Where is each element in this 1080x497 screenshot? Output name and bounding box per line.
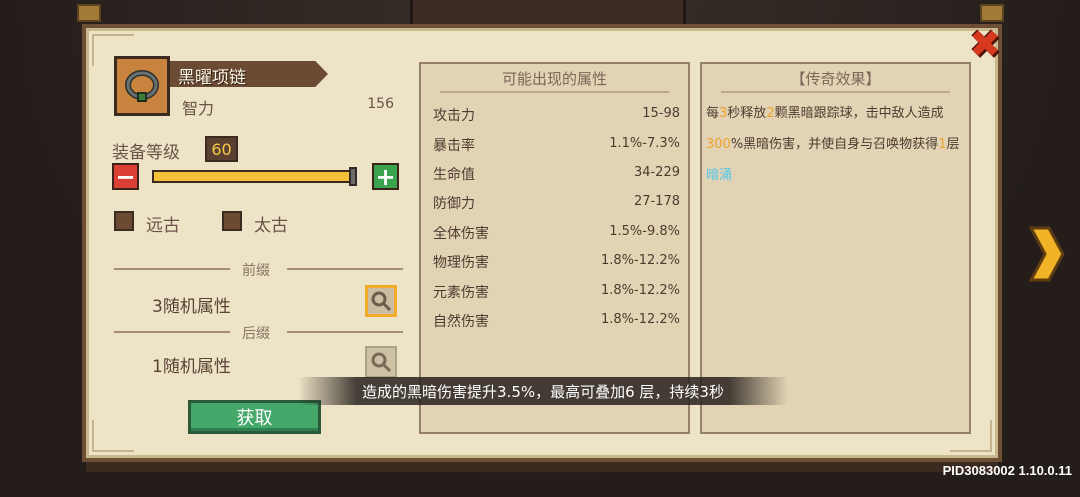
- prefix-divider-label: 前缀: [242, 263, 270, 279]
- legendary-highlight: 2: [766, 106, 775, 121]
- legendary-text-part: 秒释放: [727, 106, 767, 121]
- attribute-value: 27-178: [633, 194, 680, 209]
- level-decrease-button[interactable]: −: [112, 163, 139, 190]
- attribute-value: 1.8%-12.2%: [600, 283, 680, 298]
- attribute-name: 元素伤害: [433, 285, 489, 301]
- attribute-value: 34-229: [633, 165, 680, 180]
- suffix-divider-right: [287, 331, 403, 333]
- prefix-divider-right: [287, 268, 403, 270]
- attribute-name: 生命值: [433, 167, 475, 183]
- minus-icon: −: [115, 162, 136, 191]
- attribute-name: 防御力: [433, 196, 475, 212]
- level-value: 60: [205, 136, 238, 162]
- level-label: 装备等级: [112, 143, 180, 163]
- attribute-value: 15-98: [642, 106, 680, 121]
- attribute-value: 1.8%-12.2%: [600, 253, 680, 268]
- panel-ornament-bl: [92, 420, 134, 452]
- main-stat-value: 156: [367, 96, 394, 112]
- attribute-name: 攻击力: [433, 108, 475, 124]
- next-arrow-icon[interactable]: [1025, 226, 1065, 282]
- close-button[interactable]: ✖: [967, 22, 1003, 66]
- legendary-effect-text: 每3秒释放2颗黑暗跟踪球，击中敌人造成300%黑暗伤害，并使自身与召唤物获得1层…: [706, 98, 968, 191]
- primal-checkbox[interactable]: [222, 211, 242, 231]
- tooltip-toast: 造成的黑暗伤害提升3.5%，最高可叠加6 层，持续3秒: [298, 377, 788, 405]
- prefix-text: 3随机属性: [152, 297, 231, 317]
- suffix-divider-label: 后缀: [242, 326, 270, 342]
- attribute-name: 自然伤害: [433, 314, 489, 330]
- level-increase-button[interactable]: +: [372, 163, 399, 190]
- legendary-highlight: 300: [706, 137, 731, 152]
- ancient-checkbox[interactable]: [114, 211, 134, 231]
- plus-icon: +: [375, 162, 396, 191]
- legendary-keyword: 暗涌: [706, 168, 733, 183]
- prefix-inspect-button[interactable]: [365, 285, 397, 317]
- main-stat-name: 智力: [182, 99, 215, 118]
- prefix-divider-left: [114, 268, 230, 270]
- attribute-name: 全体伤害: [433, 226, 489, 242]
- legendary-text-part: 层: [946, 137, 960, 152]
- necklace-icon: [125, 70, 159, 102]
- suffix-text: 1随机属性: [152, 357, 231, 377]
- legendary-title: 【传奇效果】: [790, 70, 881, 88]
- level-slider[interactable]: [152, 170, 356, 183]
- attribute-name: 暴击率: [433, 138, 475, 154]
- attribute-value: 1.1%-7.3%: [609, 136, 680, 151]
- legendary-text-part: 颗黑暗跟踪球，击中敌人造成: [774, 106, 944, 121]
- legendary-text-part: 每: [706, 106, 720, 121]
- legendary-title-rule: [721, 91, 950, 93]
- magnifier-icon: [371, 291, 392, 312]
- suffix-divider-left: [114, 331, 230, 333]
- item-icon-frame: [114, 56, 170, 116]
- close-icon: ✖: [969, 22, 1001, 66]
- attributes-title: 可能出现的属性: [501, 70, 607, 88]
- ancient-checkbox-label: 远古: [146, 216, 180, 236]
- suffix-inspect-button[interactable]: [365, 346, 397, 378]
- get-button[interactable]: 获取: [188, 400, 321, 434]
- version-label: PID3083002 1.10.0.11: [942, 463, 1072, 478]
- attribute-value: 1.5%-9.8%: [609, 224, 680, 239]
- corner-pin-right: [980, 4, 1004, 22]
- attribute-value: 1.8%-12.2%: [600, 312, 680, 327]
- corner-pin-left: [77, 4, 101, 22]
- magnifier-icon: [371, 352, 392, 373]
- attribute-name: 物理伤害: [433, 255, 489, 271]
- legendary-text-part: %黑暗伤害，并使自身与召唤物获得: [730, 137, 939, 152]
- primal-checkbox-label: 太古: [254, 216, 288, 236]
- attributes-title-rule: [440, 91, 669, 93]
- item-name: 黑曜项链: [178, 68, 246, 88]
- level-slider-handle[interactable]: [349, 167, 357, 186]
